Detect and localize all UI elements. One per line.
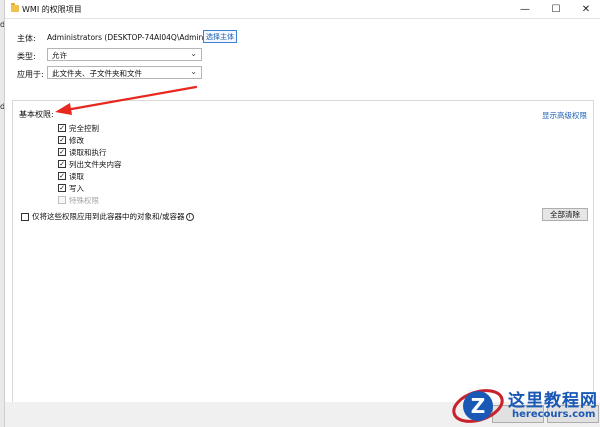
annotation-arrow-head <box>55 103 72 115</box>
site-watermark: Z 这里教程网 herecours.com <box>450 384 600 427</box>
site-name: 这里教程网 <box>508 391 598 411</box>
annotation-arrow-shaft <box>64 85 198 112</box>
site-logo-letter: Z <box>471 394 486 418</box>
site-logo-icon: Z <box>452 389 504 423</box>
site-url: herecours.com <box>512 409 596 420</box>
annotation-arrow <box>55 85 198 115</box>
